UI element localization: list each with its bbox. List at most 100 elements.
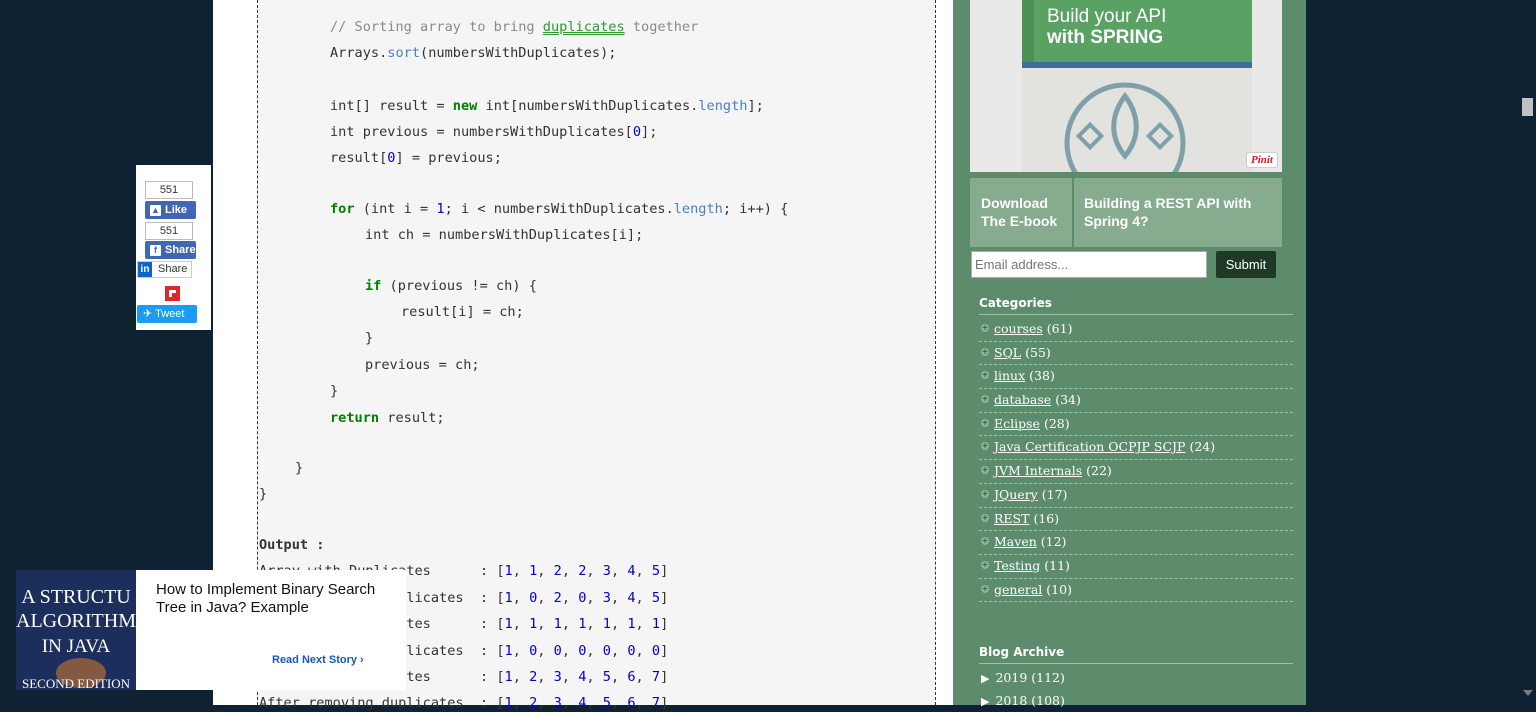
archive-item[interactable]: ▶ 2019 (112): [981, 670, 1065, 685]
code-line: result[0] = previous;: [330, 150, 502, 166]
category-count: (10): [1046, 581, 1072, 597]
category-item[interactable]: + courses (61): [979, 318, 1293, 342]
category-item[interactable]: + database (34): [979, 389, 1293, 413]
code-line: if (previous != ch) {: [365, 278, 537, 294]
category-count: (22): [1086, 463, 1112, 479]
archive-item[interactable]: ▶ 2018 (108): [981, 693, 1065, 708]
share-widget: 551 ▲ Like 551 f Share in Share ✈ Tweet: [136, 165, 211, 330]
category-link[interactable]: Testing: [994, 558, 1040, 573]
fb-like-count: 551: [145, 181, 193, 199]
code-line: result[i] = ch;: [401, 304, 524, 320]
category-link[interactable]: linux: [994, 368, 1025, 383]
book-title: Build your API with SPRING: [1047, 6, 1167, 48]
thumb-text: IN JAVA: [41, 636, 111, 657]
code-line: for (int i = 1; i < numbersWithDuplicate…: [330, 201, 789, 217]
code-line: int previous = numbersWithDuplicates[0];: [330, 124, 658, 140]
bullet-icon: +: [981, 559, 989, 569]
category-link[interactable]: REST: [994, 511, 1029, 526]
category-link[interactable]: Java Certification OCPJP SCJP: [994, 439, 1185, 454]
bullet-icon: +: [981, 583, 989, 593]
code-line: int ch = numbersWithDuplicates[i];: [365, 227, 644, 243]
archive-heading: Blog Archive: [979, 645, 1293, 664]
category-count: (16): [1033, 510, 1060, 526]
bullet-icon: +: [981, 536, 989, 546]
fb-share-button[interactable]: f Share: [145, 241, 196, 259]
next-story-thumbnail[interactable]: A STRUCTU ALGORITHM IN JAVA SECOND EDITIO…: [16, 570, 136, 690]
fb-share-count: 551: [145, 222, 193, 240]
download-ebook-label[interactable]: Download The E-book: [970, 178, 1072, 247]
bullet-icon: +: [981, 417, 989, 427]
bullet-icon: +: [981, 488, 989, 498]
fb-like-button[interactable]: ▲ Like: [145, 201, 196, 219]
category-count: (55): [1025, 344, 1051, 360]
category-item[interactable]: + Java Certification OCPJP SCJP (24): [979, 436, 1293, 461]
code-line: }: [295, 460, 304, 476]
expand-triangle-icon: ▶: [981, 672, 990, 685]
category-link[interactable]: JQuery: [994, 487, 1038, 502]
next-story-popup: How to Implement Binary Search Tree in J…: [136, 570, 406, 690]
category-item[interactable]: + Eclipse (28): [979, 413, 1293, 437]
next-story-title[interactable]: How to Implement Binary Search Tree in J…: [156, 581, 396, 617]
output-label: Output :: [259, 537, 325, 553]
thumb-text: A STRUCTU ALGORITHM: [16, 586, 136, 632]
code-line: Arrays.sort(numbersWithDuplicates);: [330, 45, 617, 61]
category-count: (61): [1046, 321, 1073, 336]
linkedin-share-button[interactable]: in Share: [137, 261, 192, 278]
category-count: (28): [1043, 415, 1070, 431]
scroll-down-arrow-icon[interactable]: [1523, 690, 1533, 696]
code-line: int[] result = new int[numbersWithDuplic…: [330, 98, 764, 114]
category-item[interactable]: + general (10): [979, 579, 1293, 603]
category-item[interactable]: + JQuery (17): [979, 484, 1293, 508]
category-count: (11): [1044, 557, 1070, 573]
scrollbar-thumb[interactable]: [1522, 98, 1533, 116]
bullet-icon: +: [981, 441, 989, 451]
bullet-icon: +: [981, 394, 989, 404]
tweet-button[interactable]: ✈ Tweet: [137, 305, 197, 323]
category-link[interactable]: JVM Internals: [994, 463, 1082, 478]
book-cover: Build your API with SPRING: [1022, 0, 1252, 172]
bullet-icon: +: [981, 370, 989, 380]
thumb-text: SECOND EDITION: [22, 676, 130, 690]
category-link[interactable]: database: [994, 392, 1051, 407]
category-link[interactable]: SQL: [994, 345, 1021, 360]
read-next-story-link[interactable]: Read Next Story ›: [272, 654, 364, 666]
bullet-icon: +: [981, 512, 989, 522]
category-item[interactable]: + SQL (55): [979, 342, 1293, 366]
code-line: }: [259, 486, 268, 502]
facebook-icon: f: [150, 245, 161, 256]
thumbs-up-icon: ▲: [150, 205, 161, 216]
category-item[interactable]: + REST (16): [979, 508, 1293, 532]
category-link[interactable]: general: [994, 582, 1042, 597]
email-field[interactable]: [971, 251, 1207, 278]
bullet-icon: +: [981, 323, 989, 332]
output-row: After removing duplicates : [1, 2, 3, 4,…: [259, 695, 669, 711]
code-line: return result;: [330, 410, 445, 426]
linkedin-icon: in: [138, 262, 152, 277]
category-link[interactable]: Eclipse: [994, 416, 1040, 431]
category-item[interactable]: + Maven (12): [979, 531, 1293, 555]
category-count: (34): [1055, 392, 1081, 408]
bullet-icon: +: [981, 465, 989, 475]
pinit-button[interactable]: Pinit: [1245, 152, 1278, 168]
code-line: // Sorting array to bring duplicates tog…: [330, 19, 699, 35]
expand-triangle-icon: ▶: [981, 695, 990, 708]
category-link[interactable]: courses: [994, 321, 1043, 336]
category-count: (12): [1040, 534, 1067, 550]
category-link[interactable]: Maven: [994, 534, 1037, 549]
download-ebook-title[interactable]: Building a REST API with Spring 4?: [1074, 178, 1282, 247]
category-item[interactable]: + linux (38): [979, 365, 1293, 390]
duplicates-link[interactable]: duplicates: [543, 19, 625, 35]
category-item[interactable]: + Testing (11): [979, 555, 1293, 579]
categories-list: + courses (61) + SQL (55) + linux (38) + database (…: [979, 318, 1293, 603]
ebook-cover-image[interactable]: Build your API with SPRING Pinit: [970, 0, 1282, 172]
category-count: (17): [1041, 486, 1068, 502]
bullet-icon: +: [981, 346, 989, 356]
category-count: (24): [1189, 439, 1216, 455]
category-item[interactable]: + JVM Internals (22): [979, 460, 1293, 484]
code-line: previous = ch;: [365, 357, 480, 373]
categories-heading: Categories: [979, 296, 1293, 315]
flipboard-icon[interactable]: [165, 286, 180, 301]
submit-button[interactable]: Submit: [1216, 251, 1276, 278]
twitter-bird-icon: ✈: [143, 308, 156, 320]
category-count: (38): [1029, 368, 1055, 384]
